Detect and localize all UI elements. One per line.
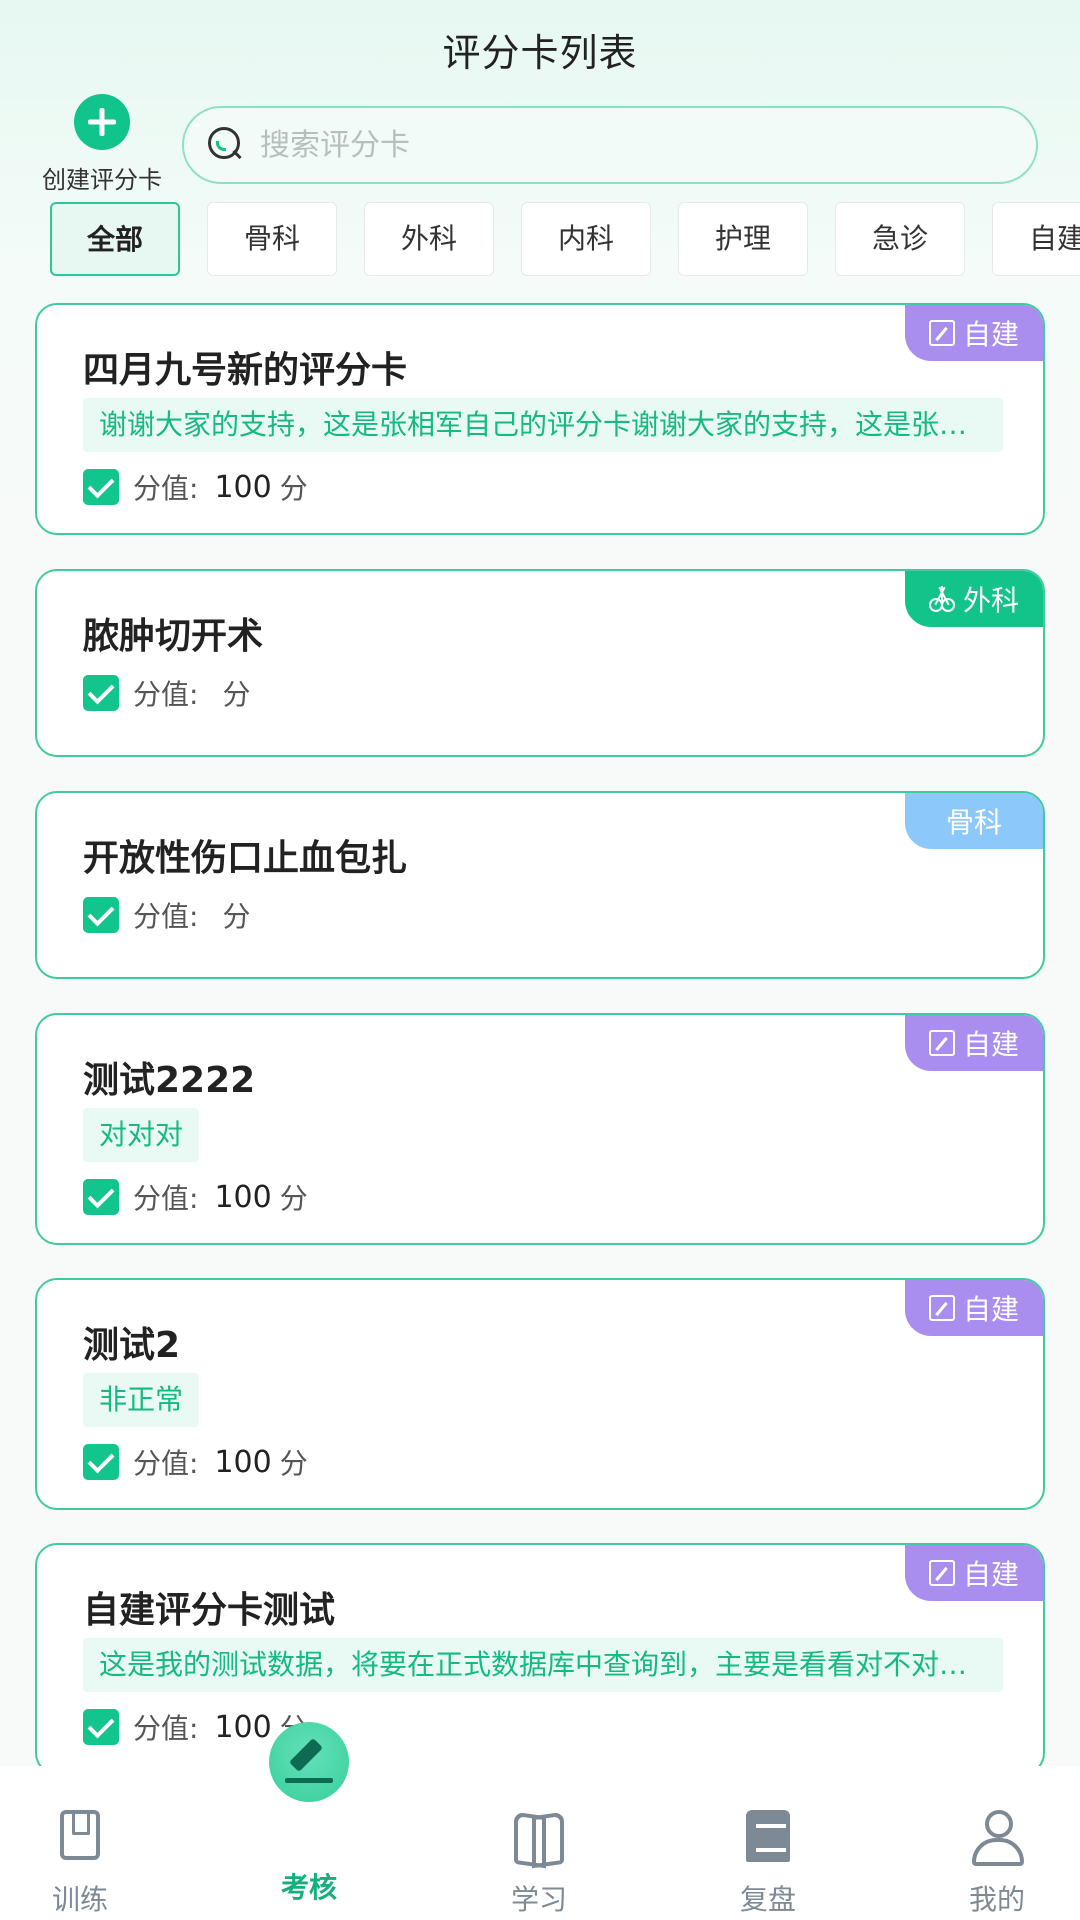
card-title: 开放性伤口止血包扎	[83, 838, 408, 879]
badge-label: 骨科	[945, 806, 1002, 839]
card-title: 测试2222	[83, 1060, 256, 1101]
edit-icon	[928, 1030, 955, 1056]
badge-label: 自建	[962, 1028, 1019, 1061]
score-label: 分值:	[133, 1712, 199, 1745]
card-score: 分值: 100 分	[83, 469, 308, 505]
checkbox-icon	[83, 1709, 119, 1745]
card-score: 分值: 分	[83, 675, 250, 711]
checkbox-icon	[83, 1444, 119, 1480]
card-title: 自建评分卡测试	[83, 1590, 336, 1631]
category-badge: 自建	[905, 305, 1043, 361]
scorecard-card[interactable]: 脓肿切开术 分值: 分 外科	[35, 569, 1045, 757]
search-bar[interactable]	[182, 106, 1038, 184]
nav-item-assessment[interactable]: 考核	[229, 1722, 389, 1920]
category-tabs: 全部 骨科 外科 内科 护理 急诊 自建	[50, 202, 1080, 278]
score-unit: 分	[279, 472, 308, 505]
scorecard-card[interactable]: 测试2222 对对对 分值: 100 分 自建	[35, 1013, 1045, 1245]
score-label: 分值:	[133, 1182, 199, 1215]
edit-icon	[928, 320, 955, 346]
bottom-nav: 训练 考核 学习 复盘 我的	[0, 1722, 1080, 1920]
badge-label: 自建	[962, 1293, 1019, 1326]
card-description: 对对对	[83, 1108, 200, 1162]
create-scorecard-button[interactable]: 创建评分卡	[40, 94, 164, 194]
tab-nursing[interactable]: 护理	[678, 202, 808, 276]
checkbox-icon	[83, 469, 119, 505]
score-value: 100	[214, 1179, 272, 1215]
nav-item-profile[interactable]: 我的	[917, 1766, 1077, 1920]
pen-icon	[269, 1722, 349, 1802]
plus-icon	[74, 94, 130, 150]
score-label: 分值:	[133, 678, 199, 711]
nav-item-review[interactable]: 复盘	[688, 1766, 848, 1920]
score-unit: 分	[279, 1182, 308, 1215]
badge-label: 外科	[962, 584, 1019, 617]
card-title: 测试2	[83, 1325, 181, 1366]
checkbox-icon	[83, 675, 119, 711]
scorecard-card[interactable]: 四月九号新的评分卡 谢谢大家的支持，这是张相军自己的评分卡谢谢大家的支持，这是张…	[35, 303, 1045, 535]
tab-orthopedics[interactable]: 骨科	[207, 202, 337, 276]
scorecard-card[interactable]: 开放性伤口止血包扎 分值: 分 骨科	[35, 791, 1045, 979]
user-icon	[970, 1810, 1024, 1866]
card-score: 分值: 100 分	[83, 1179, 308, 1215]
score-unit: 分	[279, 1447, 308, 1480]
card-score: 分值: 100 分	[83, 1444, 308, 1480]
create-scorecard-label: 创建评分卡	[42, 166, 162, 194]
card-title: 脓肿切开术	[83, 616, 264, 657]
tab-all[interactable]: 全部	[50, 202, 180, 276]
score-label: 分值:	[133, 900, 199, 933]
edit-icon	[928, 1295, 955, 1321]
card-description: 这是我的测试数据，将要在正式数据库中查询到，主要是看看对不对的问题	[83, 1638, 1003, 1692]
search-input[interactable]	[260, 127, 960, 163]
review-icon	[746, 1810, 790, 1862]
checkbox-icon	[83, 897, 119, 933]
nav-label: 训练	[51, 1883, 108, 1916]
score-value: 100	[214, 469, 272, 505]
tab-custom[interactable]: 自建	[992, 202, 1080, 276]
search-icon	[206, 125, 246, 165]
open-book-icon	[512, 1810, 566, 1864]
score-label: 分值:	[133, 472, 199, 505]
nav-label: 我的	[968, 1883, 1025, 1916]
page-title: 评分卡列表	[442, 31, 638, 75]
nav-item-training[interactable]: 训练	[0, 1766, 160, 1920]
card-description: 谢谢大家的支持，这是张相军自己的评分卡谢谢大家的支持，这是张相军自己的评分卡	[83, 398, 1003, 452]
book-icon	[60, 1810, 100, 1860]
badge-label: 自建	[962, 1558, 1019, 1591]
page: 评分卡列表 创建评分卡 全部骨科外科内科护理急诊自建 四月九号新的评分卡 谢谢大…	[0, 0, 1080, 1920]
scorecard-card[interactable]: 测试2 非正常 分值: 100 分 自建	[35, 1278, 1045, 1510]
nav-label: 考核	[280, 1871, 337, 1904]
card-score: 分值: 分	[83, 897, 250, 933]
scorecard-card[interactable]: 自建评分卡测试 这是我的测试数据，将要在正式数据库中查询到，主要是看看对不对的问…	[35, 1543, 1045, 1775]
nav-label: 复盘	[739, 1883, 796, 1916]
badge-label: 自建	[962, 318, 1019, 351]
tab-emergency[interactable]: 急诊	[835, 202, 965, 276]
edit-icon	[928, 1560, 955, 1586]
checkbox-icon	[83, 1179, 119, 1215]
nav-label: 学习	[510, 1883, 567, 1916]
tab-internal-medicine[interactable]: 内科	[521, 202, 651, 276]
score-label: 分值:	[133, 1447, 199, 1480]
card-title: 四月九号新的评分卡	[83, 350, 408, 391]
score-unit: 分	[222, 678, 251, 711]
nav-item-study[interactable]: 学习	[459, 1766, 619, 1920]
category-badge: 自建	[905, 1545, 1043, 1601]
score-unit: 分	[222, 900, 251, 933]
score-value: 100	[214, 1709, 272, 1745]
scissors-icon	[928, 586, 955, 612]
tab-surgery[interactable]: 外科	[364, 202, 494, 276]
card-description: 非正常	[83, 1373, 200, 1427]
category-badge: 自建	[905, 1015, 1043, 1071]
category-badge: 骨科	[905, 793, 1043, 849]
card-score: 分值: 100 分	[83, 1709, 308, 1745]
score-value: 100	[214, 1444, 272, 1480]
category-badge: 自建	[905, 1280, 1043, 1336]
category-badge: 外科	[905, 571, 1043, 627]
